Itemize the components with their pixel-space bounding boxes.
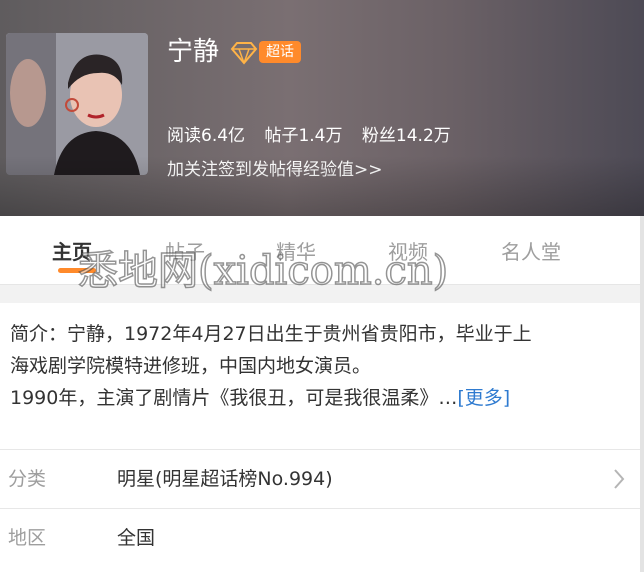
posts-count: 帖子1.4万 (264, 126, 343, 146)
topic-intro: 简介：宁静，1972年4月27日出生于贵州省贵阳市，毕业于上 海戏剧学院模特进修… (10, 318, 630, 414)
scrollbar[interactable] (640, 216, 644, 572)
follow-checkin-link[interactable]: 加关注签到发帖得经验值>> (167, 158, 383, 182)
intro-line: 海戏剧学院模特进修班，中国内地女演员。 (10, 355, 372, 377)
topic-header: 宁静 超话 阅读6.4亿 帖子1.4万 粉丝14.2万 加关注签到发帖得经验值>… (0, 0, 644, 216)
region-label: 地区 (8, 527, 47, 549)
category-label: 分类 (8, 468, 47, 490)
intro-line: 简介：宁静，1972年4月27日出生于贵州省贵阳市，毕业于上 (10, 323, 532, 345)
topic-stats: 阅读6.4亿 帖子1.4万 粉丝14.2万 (167, 124, 465, 148)
more-link[interactable]: [更多] (457, 387, 510, 409)
region-value: 全国 (117, 527, 156, 549)
watermark: 悉地网(xidicom.cn) (77, 247, 449, 295)
region-row: 地区 全国 (0, 508, 644, 567)
avatar[interactable] (6, 33, 148, 175)
topic-title: 宁静 (167, 37, 220, 67)
diamond-icon (230, 42, 258, 65)
chevron-right-icon (614, 469, 625, 489)
tab-hall-of-fame[interactable]: 名人堂 (501, 238, 561, 266)
category-row[interactable]: 分类 明星(明星超话榜No.994) (0, 449, 644, 508)
reads-count: 阅读6.4亿 (167, 126, 246, 146)
category-value: 明星(明星超话榜No.994) (117, 468, 333, 490)
fans-count: 粉丝14.2万 (361, 126, 451, 146)
super-topic-badge: 超话 (259, 41, 301, 63)
intro-line: 1990年，主演了剧情片《我很丑，可是我很温柔》… (10, 387, 458, 409)
intro-line-with-more: 1990年，主演了剧情片《我很丑，可是我很温柔》…[更多] (10, 382, 630, 414)
avatar-portrait (6, 33, 148, 175)
